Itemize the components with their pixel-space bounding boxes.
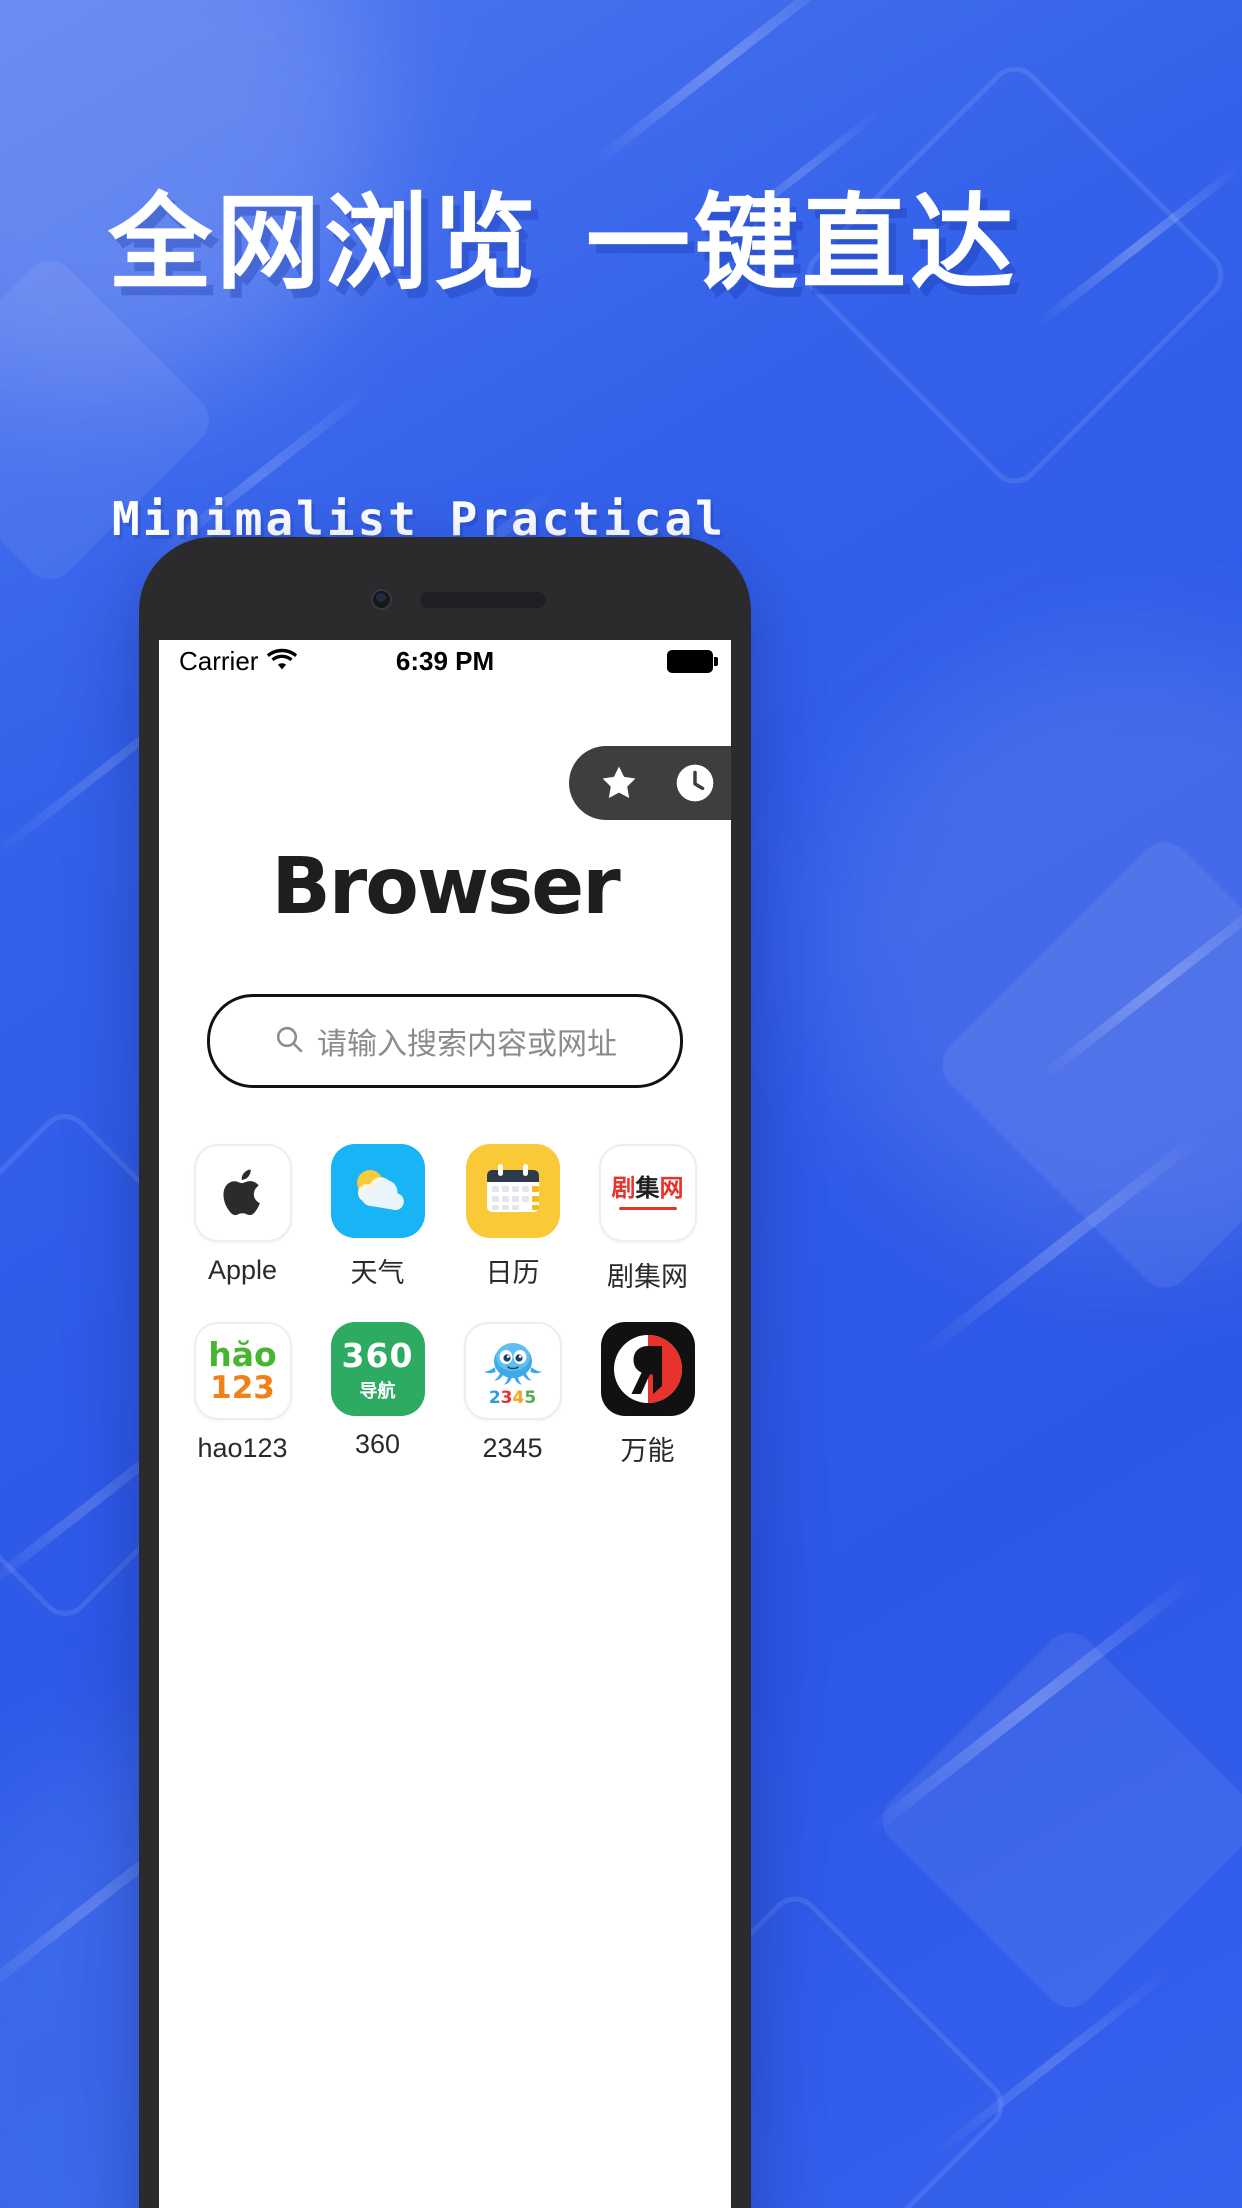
front-camera-icon (371, 589, 392, 610)
history-button[interactable] (671, 759, 719, 807)
bookmarks-button[interactable] (595, 759, 643, 807)
phone-bezel-top (139, 537, 751, 640)
clock-icon (676, 764, 714, 802)
shortcut-label: 360 (354, 1429, 401, 1459)
status-bar-right (667, 649, 718, 673)
juji-icon: 剧 集 网 (598, 1144, 697, 1242)
search-input[interactable]: 请输入搜索内容或网址 (207, 994, 683, 1088)
battery-icon (667, 649, 718, 673)
star-icon (602, 766, 636, 798)
wanneng-icon (600, 1322, 695, 1416)
shortcut-grid: Apple 天气 日历 剧 集 网 剧集网 hăo 123 hao123 360… (175, 1144, 715, 1468)
wifi-icon (267, 646, 298, 677)
juji-char-2: 集 (635, 1175, 660, 1203)
promo-poster: 全网浏览 一键直达 Minimalist Practical Carrier 6… (0, 0, 1242, 2208)
earpiece-speaker (420, 592, 546, 608)
search-icon (273, 1023, 305, 1060)
shortcut-2345[interactable]: 2345 2345 (445, 1322, 580, 1468)
shortcut-label: hao123 (197, 1433, 288, 1463)
quick-tools-pill (569, 746, 731, 820)
status-bar: Carrier 6:39 PM (159, 640, 731, 682)
apple-icon (193, 1144, 292, 1242)
shortcut-calendar[interactable]: 日历 (445, 1144, 580, 1294)
shortcut-wanneng[interactable]: 万能 (580, 1322, 715, 1468)
juji-char-1: 剧 (611, 1175, 636, 1203)
hao123-top: hăo (208, 1335, 277, 1374)
phone-mockup: Carrier 6:39 PM Browser 请输入搜索内容或网址 Apple… (139, 537, 751, 2208)
shortcut-label: 天气 (350, 1258, 405, 1288)
hao123-bottom: 123 (210, 1370, 275, 1406)
headline-right: 一键直达 (586, 186, 1019, 302)
search-placeholder: 请输入搜索内容或网址 (317, 1028, 617, 1061)
calendar-icon (465, 1144, 560, 1238)
app-logo: Browser (271, 842, 620, 932)
shortcut-hao123[interactable]: hăo 123 hao123 (175, 1322, 310, 1468)
shortcut-label: 剧集网 (607, 1262, 688, 1292)
2345-icon: 2345 (463, 1322, 562, 1420)
shortcut-apple[interactable]: Apple (175, 1144, 310, 1294)
hao123-icon: hăo 123 (193, 1322, 292, 1420)
weather-icon (330, 1144, 425, 1238)
status-bar-left: Carrier (179, 645, 298, 677)
shortcut-360[interactable]: 360 导航 360 (310, 1322, 445, 1468)
360-icon: 360 导航 (330, 1322, 425, 1416)
carrier-label: Carrier (179, 645, 259, 676)
juji-char-3: 网 (659, 1175, 684, 1203)
tile-360-number: 360 (341, 1335, 414, 1375)
streak-1 (590, 0, 850, 168)
shortcut-juji[interactable]: 剧 集 网 剧集网 (580, 1144, 715, 1294)
shortcut-weather[interactable]: 天气 (310, 1144, 445, 1294)
shortcut-label: 日历 (485, 1258, 540, 1288)
shortcut-label: Apple (207, 1255, 278, 1285)
tile-360-sub: 导航 (359, 1380, 396, 1401)
phone-screen: Carrier 6:39 PM Browser 请输入搜索内容或网址 Apple… (159, 640, 731, 2208)
page-title: 全网浏览 一键直达 (108, 186, 1158, 302)
shortcut-label: 万能 (620, 1436, 675, 1466)
headline-left: 全网浏览 (108, 186, 541, 302)
shortcut-label: 2345 (482, 1433, 543, 1463)
